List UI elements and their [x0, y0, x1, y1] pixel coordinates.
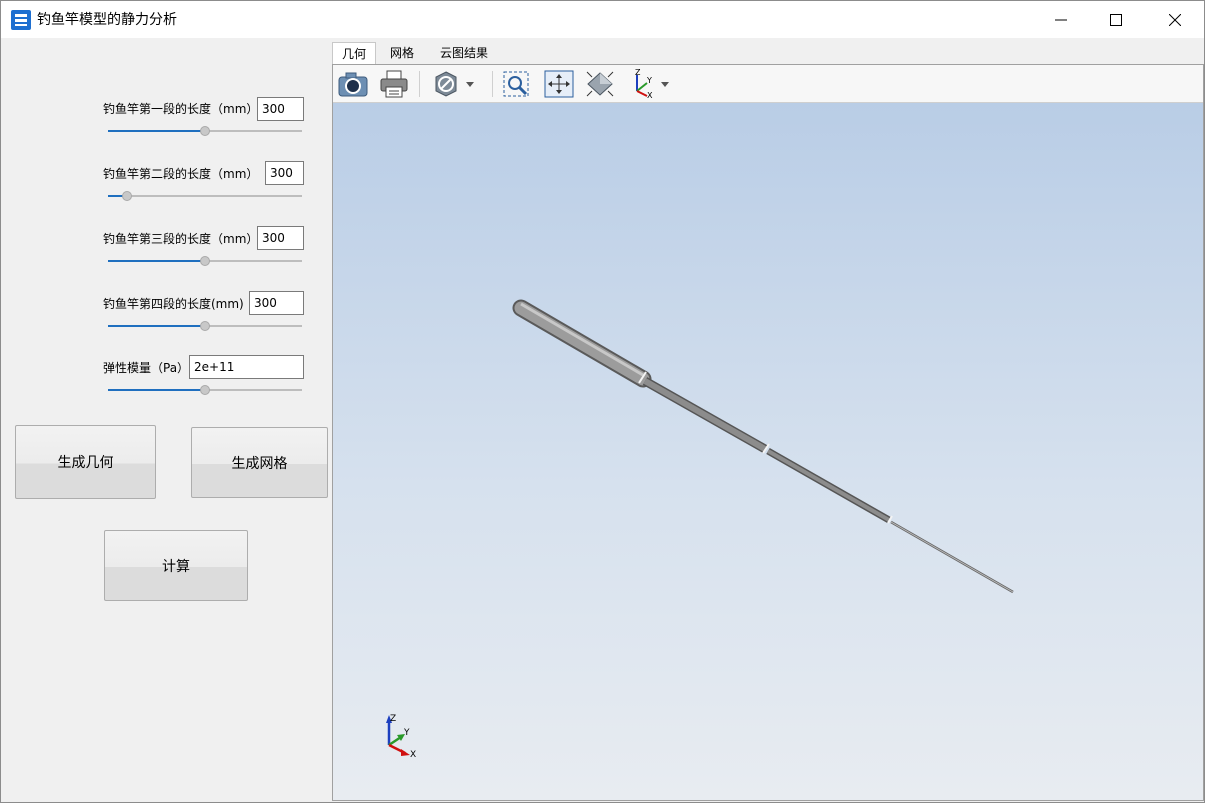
tab-mesh[interactable]: 网格: [380, 42, 424, 64]
slider-thumb[interactable]: [122, 191, 133, 201]
axis-view-dropdown[interactable]: Z Y X: [627, 68, 673, 100]
segment-1-length-input[interactable]: [257, 97, 304, 121]
maximize-icon: [1110, 13, 1122, 26]
app-icon: [11, 10, 31, 30]
camera-icon: [338, 72, 368, 97]
window-title: 钓鱼竿模型的静力分析: [37, 12, 177, 28]
isometric-view-icon: [586, 71, 614, 97]
axis-label-y: Y: [403, 728, 410, 738]
segment-2-length-slider[interactable]: [108, 190, 302, 202]
param-label-segment-3: 钓鱼竿第三段的长度（mm）: [103, 232, 259, 246]
slider-thumb[interactable]: [200, 256, 210, 266]
segment-3-length-slider[interactable]: [108, 255, 302, 267]
view-tabs: 几何 网格 云图结果: [332, 42, 1204, 64]
close-button[interactable]: [1152, 1, 1198, 38]
isometric-view-button[interactable]: [584, 68, 616, 100]
generate-mesh-button[interactable]: 生成网格: [191, 427, 328, 498]
compute-button[interactable]: 计算: [104, 530, 248, 601]
svg-text:X: X: [647, 91, 653, 99]
svg-text:Y: Y: [646, 76, 652, 85]
param-label-elastic-modulus: 弹性模量（Pa）: [103, 361, 190, 375]
minimize-button[interactable]: [1038, 1, 1084, 38]
fit-all-button[interactable]: [543, 68, 575, 100]
title-bar: 钓鱼竿模型的静力分析: [1, 1, 1204, 38]
axis-triad: Z Y X: [386, 714, 416, 760]
maximize-button[interactable]: [1093, 1, 1139, 38]
screenshot-button[interactable]: [337, 68, 369, 100]
close-icon: [1169, 13, 1181, 26]
slider-thumb[interactable]: [200, 385, 210, 395]
axis-label-z: Z: [390, 714, 396, 724]
segment-1-length-slider[interactable]: [108, 125, 302, 137]
elastic-modulus-slider[interactable]: [108, 384, 302, 396]
zoom-box-button[interactable]: [501, 68, 533, 100]
segment-4-length-slider[interactable]: [108, 320, 302, 332]
viewer-toolbar: Z Y X: [333, 65, 1203, 103]
parameter-panel: 钓鱼竿第一段的长度（mm） 钓鱼竿第二段的长度（mm） 钓鱼竿第三段的长度（mm…: [2, 39, 331, 802]
generate-geometry-button[interactable]: 生成几何: [15, 425, 156, 499]
slider-thumb[interactable]: [200, 321, 210, 331]
param-label-segment-2: 钓鱼竿第二段的长度（mm）: [103, 167, 259, 181]
segment-4-length-input[interactable]: [249, 291, 304, 315]
svg-text:Z: Z: [635, 69, 641, 77]
main-window: 钓鱼竿模型的静力分析 钓鱼竿第一段的长度（mm） 钓鱼竿第二段的长度（mm） 钓…: [0, 0, 1205, 803]
tab-contour-results[interactable]: 云图结果: [432, 42, 496, 64]
zoom-box-icon: [503, 71, 529, 97]
segment-3-length-input[interactable]: [257, 226, 304, 250]
param-label-segment-4: 钓鱼竿第四段的长度(mm): [103, 297, 244, 311]
axis-view-icon: Z Y X: [635, 69, 669, 99]
segment-2-length-input[interactable]: [265, 161, 304, 185]
viewer-panel: 几何 网格 云图结果 Z Y X Z Y X: [332, 39, 1204, 802]
elastic-modulus-input[interactable]: [189, 355, 304, 379]
tab-geometry[interactable]: 几何: [332, 42, 376, 64]
print-button[interactable]: [378, 68, 410, 100]
3d-viewport[interactable]: Z Y X: [333, 103, 1203, 800]
fishing-rod-model: Z Y X: [386, 299, 1014, 760]
slider-thumb[interactable]: [200, 126, 210, 136]
fit-all-icon: [544, 70, 574, 98]
print-icon: [380, 70, 408, 98]
display-mode-icon: [435, 71, 474, 97]
axis-label-x: X: [410, 750, 416, 760]
display-mode-dropdown[interactable]: [431, 68, 477, 100]
param-label-segment-1: 钓鱼竿第一段的长度（mm）: [103, 102, 259, 116]
3d-viewer: Z Y X Z Y X: [332, 64, 1204, 801]
minimize-icon: [1055, 19, 1067, 20]
